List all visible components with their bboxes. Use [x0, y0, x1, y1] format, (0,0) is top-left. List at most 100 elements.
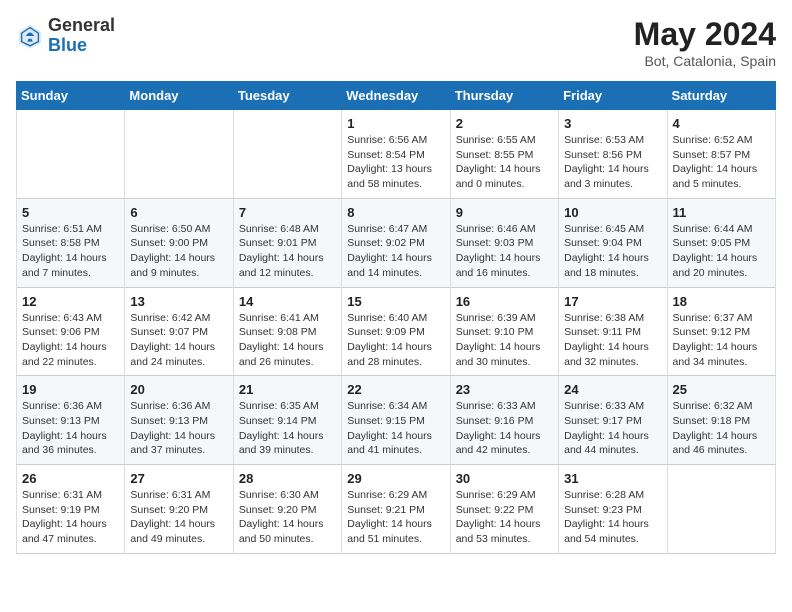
day-info: Sunrise: 6:55 AM Sunset: 8:55 PM Dayligh…	[456, 133, 553, 192]
day-number: 10	[564, 205, 661, 220]
day-number: 28	[239, 471, 336, 486]
day-info: Sunrise: 6:29 AM Sunset: 9:22 PM Dayligh…	[456, 488, 553, 547]
day-number: 5	[22, 205, 119, 220]
day-info: Sunrise: 6:50 AM Sunset: 9:00 PM Dayligh…	[130, 222, 227, 281]
calendar-cell: 27 Sunrise: 6:31 AM Sunset: 9:20 PM Dayli…	[125, 465, 233, 554]
calendar-cell: 13 Sunrise: 6:42 AM Sunset: 9:07 PM Dayli…	[125, 287, 233, 376]
header-day: Tuesday	[233, 82, 341, 110]
day-number: 23	[456, 382, 553, 397]
calendar-cell: 12 Sunrise: 6:43 AM Sunset: 9:06 PM Dayli…	[17, 287, 125, 376]
calendar-cell: 16 Sunrise: 6:39 AM Sunset: 9:10 PM Dayli…	[450, 287, 558, 376]
day-info: Sunrise: 6:43 AM Sunset: 9:06 PM Dayligh…	[22, 311, 119, 370]
calendar-cell: 14 Sunrise: 6:41 AM Sunset: 9:08 PM Dayli…	[233, 287, 341, 376]
calendar-cell: 9 Sunrise: 6:46 AM Sunset: 9:03 PM Daylig…	[450, 198, 558, 287]
calendar-cell: 3Sunrise: 6:53 AM Sunset: 8:56 PM Daylig…	[559, 110, 667, 199]
calendar-cell: 20 Sunrise: 6:36 AM Sunset: 9:13 PM Dayli…	[125, 376, 233, 465]
page-header: General Blue May 2024 Bot, Catalonia, Sp…	[16, 16, 776, 69]
day-number: 9	[456, 205, 553, 220]
calendar-cell: 26Sunrise: 6:31 AM Sunset: 9:19 PM Dayli…	[17, 465, 125, 554]
calendar-cell: 11 Sunrise: 6:44 AM Sunset: 9:05 PM Dayli…	[667, 198, 775, 287]
header-day: Monday	[125, 82, 233, 110]
header-row: SundayMondayTuesdayWednesdayThursdayFrid…	[17, 82, 776, 110]
header-day: Sunday	[17, 82, 125, 110]
calendar-cell: 2 Sunrise: 6:55 AM Sunset: 8:55 PM Daylig…	[450, 110, 558, 199]
day-number: 15	[347, 294, 444, 309]
calendar-cell	[667, 465, 775, 554]
day-number: 12	[22, 294, 119, 309]
calendar-week-row: 26Sunrise: 6:31 AM Sunset: 9:19 PM Dayli…	[17, 465, 776, 554]
day-info: Sunrise: 6:36 AM Sunset: 9:13 PM Dayligh…	[22, 399, 119, 458]
day-info: Sunrise: 6:51 AM Sunset: 8:58 PM Dayligh…	[22, 222, 119, 281]
day-info: Sunrise: 6:42 AM Sunset: 9:07 PM Dayligh…	[130, 311, 227, 370]
day-number: 4	[673, 116, 770, 131]
header-day: Saturday	[667, 82, 775, 110]
calendar-cell: 7 Sunrise: 6:48 AM Sunset: 9:01 PM Daylig…	[233, 198, 341, 287]
day-info: Sunrise: 6:32 AM Sunset: 9:18 PM Dayligh…	[673, 399, 770, 458]
calendar-cell: 22 Sunrise: 6:34 AM Sunset: 9:15 PM Dayli…	[342, 376, 450, 465]
logo: General Blue	[16, 16, 115, 56]
day-info: Sunrise: 6:46 AM Sunset: 9:03 PM Dayligh…	[456, 222, 553, 281]
calendar-cell: 8 Sunrise: 6:47 AM Sunset: 9:02 PM Daylig…	[342, 198, 450, 287]
day-info: Sunrise: 6:31 AM Sunset: 9:20 PM Dayligh…	[130, 488, 227, 547]
day-number: 2	[456, 116, 553, 131]
day-number: 17	[564, 294, 661, 309]
day-info: Sunrise: 6:35 AM Sunset: 9:14 PM Dayligh…	[239, 399, 336, 458]
calendar-week-row: 12 Sunrise: 6:43 AM Sunset: 9:06 PM Dayli…	[17, 287, 776, 376]
calendar-cell: 15Sunrise: 6:40 AM Sunset: 9:09 PM Dayli…	[342, 287, 450, 376]
day-number: 16	[456, 294, 553, 309]
day-number: 14	[239, 294, 336, 309]
day-number: 8	[347, 205, 444, 220]
logo-text: General Blue	[48, 16, 115, 56]
day-number: 13	[130, 294, 227, 309]
calendar-cell: 29 Sunrise: 6:29 AM Sunset: 9:21 PM Dayli…	[342, 465, 450, 554]
day-number: 31	[564, 471, 661, 486]
header-day: Friday	[559, 82, 667, 110]
day-number: 21	[239, 382, 336, 397]
calendar-cell: 10 Sunrise: 6:45 AM Sunset: 9:04 PM Dayli…	[559, 198, 667, 287]
day-info: Sunrise: 6:39 AM Sunset: 9:10 PM Dayligh…	[456, 311, 553, 370]
calendar-body: 1Sunrise: 6:56 AM Sunset: 8:54 PM Daylig…	[17, 110, 776, 554]
day-number: 1	[347, 116, 444, 131]
calendar-cell: 25 Sunrise: 6:32 AM Sunset: 9:18 PM Dayli…	[667, 376, 775, 465]
logo-blue-text: Blue	[48, 36, 115, 56]
calendar-title: May 2024	[634, 16, 776, 53]
day-info: Sunrise: 6:48 AM Sunset: 9:01 PM Dayligh…	[239, 222, 336, 281]
calendar-cell: 6 Sunrise: 6:50 AM Sunset: 9:00 PM Daylig…	[125, 198, 233, 287]
day-number: 11	[673, 205, 770, 220]
header-day: Wednesday	[342, 82, 450, 110]
day-number: 24	[564, 382, 661, 397]
title-block: May 2024 Bot, Catalonia, Spain	[634, 16, 776, 69]
day-number: 6	[130, 205, 227, 220]
day-info: Sunrise: 6:34 AM Sunset: 9:15 PM Dayligh…	[347, 399, 444, 458]
day-info: Sunrise: 6:29 AM Sunset: 9:21 PM Dayligh…	[347, 488, 444, 547]
day-info: Sunrise: 6:30 AM Sunset: 9:20 PM Dayligh…	[239, 488, 336, 547]
day-number: 27	[130, 471, 227, 486]
logo-icon	[16, 22, 44, 50]
day-number: 25	[673, 382, 770, 397]
day-info: Sunrise: 6:52 AM Sunset: 8:57 PM Dayligh…	[673, 133, 770, 192]
day-number: 20	[130, 382, 227, 397]
day-info: Sunrise: 6:41 AM Sunset: 9:08 PM Dayligh…	[239, 311, 336, 370]
calendar-cell: 5 Sunrise: 6:51 AM Sunset: 8:58 PM Daylig…	[17, 198, 125, 287]
day-number: 19	[22, 382, 119, 397]
day-info: Sunrise: 6:44 AM Sunset: 9:05 PM Dayligh…	[673, 222, 770, 281]
calendar-cell: 24 Sunrise: 6:33 AM Sunset: 9:17 PM Dayli…	[559, 376, 667, 465]
calendar-week-row: 1Sunrise: 6:56 AM Sunset: 8:54 PM Daylig…	[17, 110, 776, 199]
day-info: Sunrise: 6:37 AM Sunset: 9:12 PM Dayligh…	[673, 311, 770, 370]
calendar-cell: 17Sunrise: 6:38 AM Sunset: 9:11 PM Dayli…	[559, 287, 667, 376]
logo-general-text: General	[48, 16, 115, 36]
day-number: 26	[22, 471, 119, 486]
day-info: Sunrise: 6:45 AM Sunset: 9:04 PM Dayligh…	[564, 222, 661, 281]
day-info: Sunrise: 6:33 AM Sunset: 9:17 PM Dayligh…	[564, 399, 661, 458]
day-info: Sunrise: 6:47 AM Sunset: 9:02 PM Dayligh…	[347, 222, 444, 281]
day-number: 29	[347, 471, 444, 486]
calendar-cell: 1Sunrise: 6:56 AM Sunset: 8:54 PM Daylig…	[342, 110, 450, 199]
day-number: 22	[347, 382, 444, 397]
calendar-week-row: 5 Sunrise: 6:51 AM Sunset: 8:58 PM Daylig…	[17, 198, 776, 287]
day-info: Sunrise: 6:36 AM Sunset: 9:13 PM Dayligh…	[130, 399, 227, 458]
calendar-cell	[233, 110, 341, 199]
calendar-cell: 19 Sunrise: 6:36 AM Sunset: 9:13 PM Dayli…	[17, 376, 125, 465]
day-info: Sunrise: 6:33 AM Sunset: 9:16 PM Dayligh…	[456, 399, 553, 458]
calendar-cell: 23 Sunrise: 6:33 AM Sunset: 9:16 PM Dayli…	[450, 376, 558, 465]
day-number: 7	[239, 205, 336, 220]
